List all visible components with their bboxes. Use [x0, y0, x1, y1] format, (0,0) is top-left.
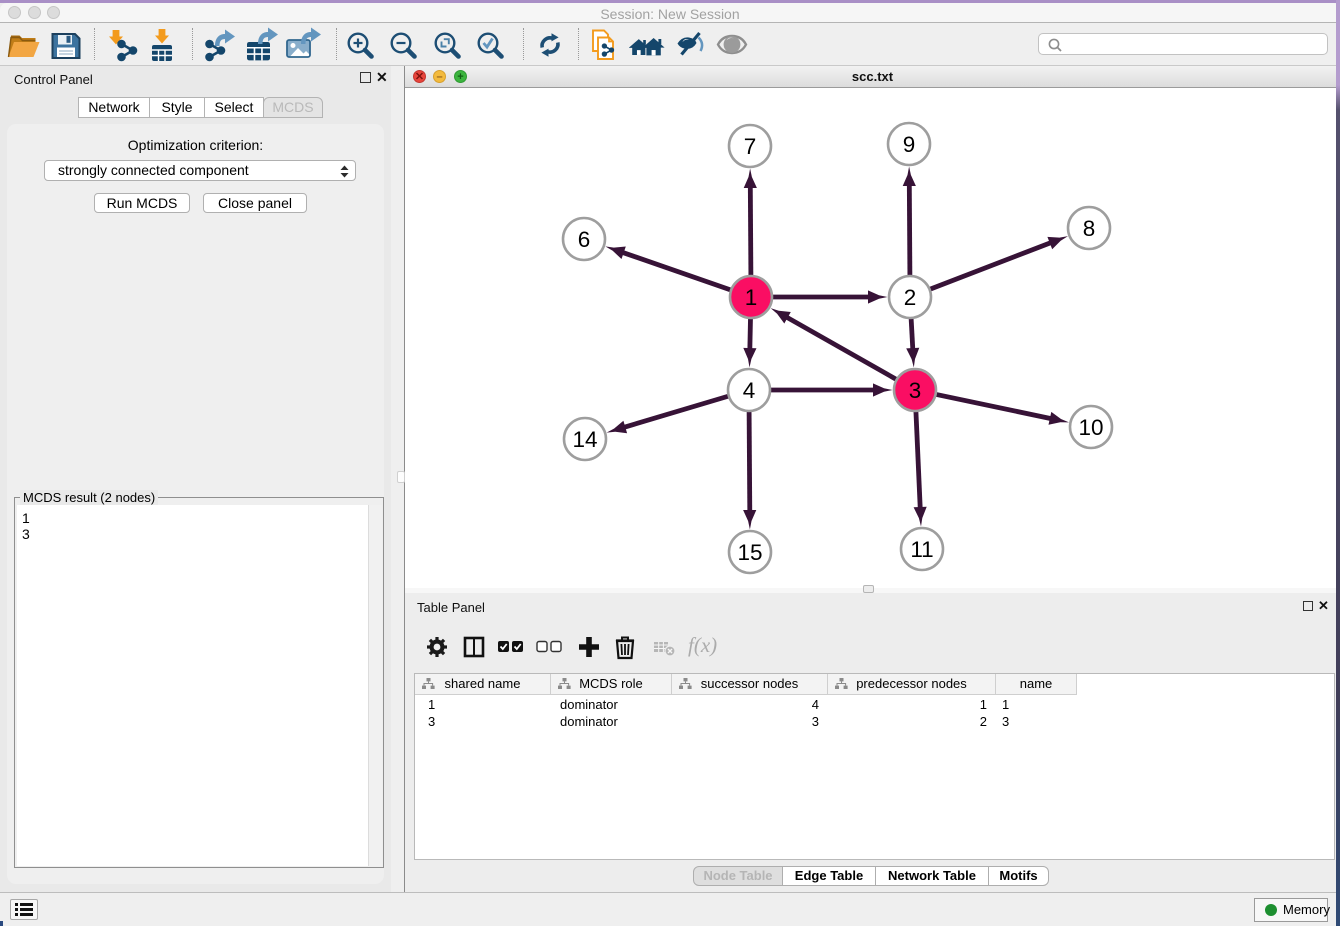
svg-text:1: 1	[745, 285, 758, 310]
svg-text:10: 10	[1078, 415, 1103, 440]
svg-text:6: 6	[578, 227, 591, 252]
svg-text:3: 3	[909, 378, 922, 403]
svg-text:2: 2	[904, 285, 917, 310]
svg-text:4: 4	[743, 378, 756, 403]
svg-text:7: 7	[744, 134, 757, 159]
svg-text:15: 15	[737, 540, 762, 565]
svg-text:9: 9	[903, 132, 916, 157]
svg-text:8: 8	[1083, 216, 1096, 241]
svg-text:14: 14	[572, 427, 597, 452]
svg-text:11: 11	[910, 537, 933, 562]
